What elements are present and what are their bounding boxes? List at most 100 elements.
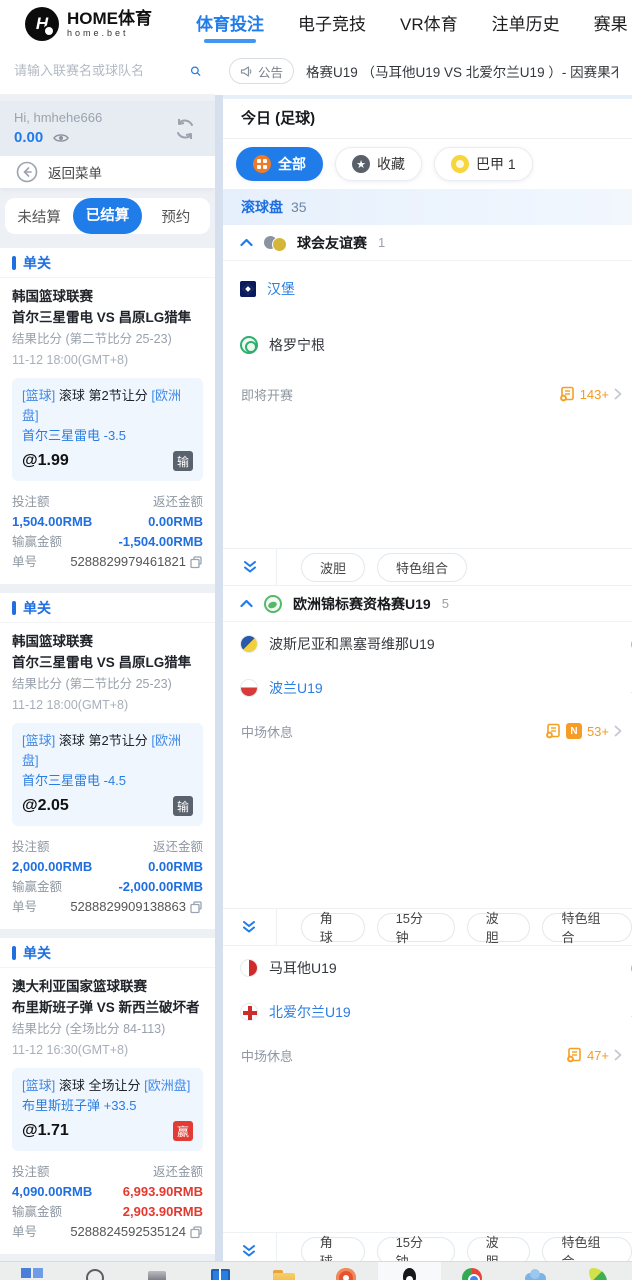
betslip-icon — [559, 386, 574, 402]
market-chip-specials[interactable]: 特色组合 — [377, 552, 468, 582]
stake-value: 2,000.00RMB — [12, 859, 93, 874]
nav-esports[interactable]: 电子竞技 — [298, 0, 366, 47]
scrollbar-track[interactable] — [215, 95, 223, 1280]
match-panel: 今日 (足球) 全部 ★ 收藏 巴甲 1 滚球盘 35 球会友谊赛 1 汉堡 格… — [223, 99, 632, 1280]
page: H HOME体育 home.bet 体育投注 电子竞技 VR体育 注单历史 赛果… — [0, 0, 632, 1280]
tab-settled[interactable]: 已结算 — [73, 198, 142, 234]
market-name: 滚球 第2节让分 — [58, 733, 148, 748]
back-label: 返回菜单 — [48, 166, 102, 181]
taskbar-task-view-button[interactable] — [126, 1262, 189, 1280]
bet-footer: 投注额 返还金额 1,504.00RMB 0.00RMB 输赢金额 -1,504.00… — [0, 490, 215, 584]
bet-status-tabs: 未结算 已结算 预约 — [5, 198, 210, 234]
betslip-icon — [567, 1047, 581, 1063]
team-row[interactable]: 格罗宁根 — [223, 317, 632, 373]
tab-reserved[interactable]: 预约 — [142, 206, 210, 227]
taskbar-start-button[interactable] — [0, 1262, 63, 1280]
live-count: 35 — [291, 199, 307, 215]
taskbar-search-button[interactable] — [63, 1262, 126, 1280]
group-header-friendly[interactable]: 球会友谊赛 1 — [223, 225, 632, 261]
team-row[interactable]: 马耳他U19 0 — [223, 946, 632, 990]
stake-label: 投注额 — [12, 1165, 50, 1179]
more-markets[interactable]: 47+ — [566, 1047, 622, 1063]
start-icon — [20, 1266, 44, 1280]
bosnia-flag-icon — [240, 635, 258, 653]
taskbar-file-explorer[interactable] — [252, 1262, 315, 1280]
odds-value: @2.05 — [22, 797, 69, 814]
refresh-icon[interactable] — [171, 115, 199, 143]
filter-league-baja[interactable]: 巴甲 1 — [434, 147, 533, 181]
away-team-name: 波兰U19 — [269, 680, 323, 696]
markets-count: 47+ — [586, 1047, 609, 1063]
nav-sports-betting[interactable]: 体育投注 — [196, 0, 264, 47]
window-app-icon — [209, 1266, 233, 1280]
more-markets[interactable]: 143+ — [559, 386, 622, 402]
taskbar-green-app[interactable] — [567, 1262, 630, 1280]
team-row[interactable]: 北爱尔兰U19 1 — [223, 990, 632, 1034]
ticket-label: 单号 — [12, 555, 38, 569]
eye-icon[interactable] — [53, 132, 70, 144]
filter-favorites[interactable]: ★ 收藏 — [335, 147, 422, 181]
market-chip-correct-score[interactable]: 波胆 — [301, 552, 366, 582]
search-bar — [0, 47, 215, 95]
copy-icon[interactable] — [190, 900, 203, 914]
team-row[interactable]: 汉堡 — [223, 261, 632, 317]
group-header-euro-u19[interactable]: 欧洲锦标赛资格赛U19 5 — [223, 586, 632, 622]
sport-tag: [篮球] — [22, 388, 56, 403]
filter-all[interactable]: 全部 — [236, 147, 323, 181]
nav-results[interactable]: 赛果 — [594, 0, 628, 47]
logo-subtitle: home.bet — [67, 27, 129, 38]
stake-value: 1,504.00RMB — [12, 514, 93, 529]
match-status: 中场休息 — [241, 1048, 294, 1064]
more-markets[interactable]: N 53+ — [545, 723, 622, 739]
site-logo[interactable]: H HOME体育 home.bet — [25, 6, 152, 41]
return-label: 返还金额 — [152, 495, 203, 509]
taskbar-qq-app[interactable] — [378, 1262, 441, 1280]
bet-type-label: 单关 — [23, 944, 51, 961]
sport-tag: [篮球] — [22, 1078, 56, 1093]
announcement-pill[interactable]: 公告 — [229, 58, 295, 84]
groningen-logo-icon — [240, 336, 258, 354]
hamburg-logo-icon — [240, 281, 256, 297]
team-row[interactable]: 波兰U19 1 — [223, 666, 632, 710]
back-to-menu[interactable]: 返回菜单 — [0, 156, 215, 188]
market-name: 滚球 第2节让分 — [58, 388, 148, 403]
group-count: 5 — [441, 596, 449, 611]
odds-area-placeholder — [223, 752, 632, 908]
tab-unsettled[interactable]: 未结算 — [5, 206, 73, 227]
search-icon — [83, 1266, 107, 1280]
match-status-row: 即将开赛 143+ — [223, 373, 632, 415]
live-betting-band[interactable]: 滚球盘 35 — [223, 189, 632, 225]
taskbar-window-app[interactable] — [189, 1262, 252, 1280]
expand-markets-button[interactable] — [223, 549, 277, 585]
taskbar-office-app[interactable] — [315, 1262, 378, 1280]
market-chip-corners[interactable]: 角球 — [300, 911, 365, 945]
chevron-right-icon — [614, 1049, 622, 1061]
folder-icon — [272, 1266, 296, 1280]
poland-flag-icon — [240, 679, 258, 697]
copy-icon[interactable] — [190, 555, 203, 569]
announcement-badge: 公告 — [258, 65, 284, 80]
double-chevron-down-icon — [243, 1245, 256, 1257]
match-time: 11-12 18:00(GMT+8) — [12, 353, 129, 367]
cloud-app-icon — [524, 1266, 548, 1280]
search-input[interactable] — [14, 63, 190, 78]
expand-markets-button[interactable] — [223, 909, 277, 945]
filter-chips: 全部 ★ 收藏 巴甲 1 — [223, 139, 632, 189]
announcement-text[interactable]: 格赛U19 （马耳他U19 VS 北爱尔兰U19 ）- 因赛果不明确，赛果将 — [306, 61, 618, 81]
double-chevron-down-icon — [243, 921, 256, 933]
team-row[interactable]: 波斯尼亚和黑塞哥维那U19 0 — [223, 622, 632, 666]
euro-championship-icon — [264, 594, 282, 613]
search-icon[interactable] — [190, 62, 201, 80]
market-chip-15min[interactable]: 15分钟 — [376, 911, 455, 945]
market-chip-specials[interactable]: 特色组合 — [542, 911, 632, 945]
winloss-label: 输赢金额 — [12, 1205, 63, 1219]
nav-vr-sports[interactable]: VR体育 — [400, 0, 458, 47]
taskbar-chrome[interactable] — [441, 1262, 504, 1280]
office-app-icon — [335, 1266, 359, 1280]
taskbar-cloud-app[interactable] — [504, 1262, 567, 1280]
nav-bet-history[interactable]: 注单历史 — [492, 0, 560, 47]
copy-icon[interactable] — [190, 1225, 203, 1239]
market-chip-correct-score[interactable]: 波胆 — [466, 911, 531, 945]
chevron-up-icon — [240, 599, 253, 608]
winloss-value: -1,504.00RMB — [118, 534, 203, 549]
